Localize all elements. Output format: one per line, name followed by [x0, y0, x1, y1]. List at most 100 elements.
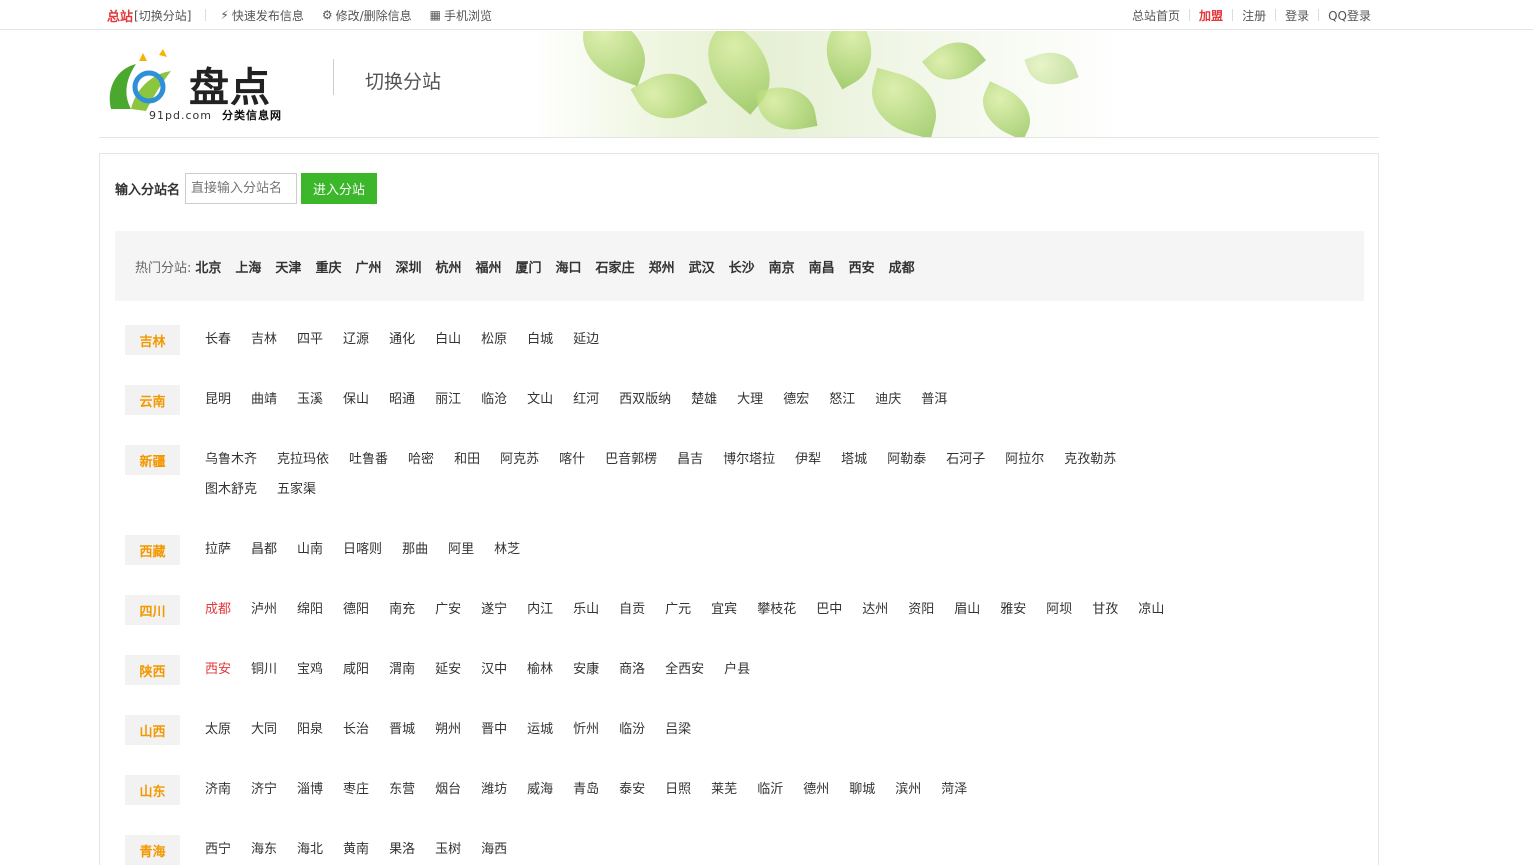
city-link[interactable]: 太原 — [205, 715, 231, 745]
city-link[interactable]: 内江 — [527, 595, 553, 625]
city-link[interactable]: 海北 — [297, 835, 323, 865]
city-link[interactable]: 聊城 — [849, 775, 875, 805]
site-name[interactable]: 总站 — [107, 6, 133, 25]
hot-city-link[interactable]: 郑州 — [649, 257, 675, 276]
city-link[interactable]: 阳泉 — [297, 715, 323, 745]
city-link[interactable]: 西宁 — [205, 835, 231, 865]
city-link[interactable]: 阿克苏 — [500, 445, 539, 475]
city-link[interactable]: 阿拉尔 — [1005, 445, 1044, 475]
hot-city-link[interactable]: 南昌 — [809, 257, 835, 276]
city-link[interactable]: 吕梁 — [665, 715, 691, 745]
city-link[interactable]: 乐山 — [573, 595, 599, 625]
hot-city-link[interactable]: 杭州 — [435, 257, 461, 276]
city-link[interactable]: 日照 — [665, 775, 691, 805]
city-link[interactable]: 昌都 — [251, 535, 277, 565]
city-link[interactable]: 德宏 — [783, 385, 809, 415]
city-link[interactable]: 烟台 — [435, 775, 461, 805]
city-link[interactable]: 和田 — [454, 445, 480, 475]
hot-city-link[interactable]: 厦门 — [516, 257, 542, 276]
city-link[interactable]: 咸阳 — [343, 655, 369, 685]
city-link[interactable]: 四平 — [297, 325, 323, 355]
city-link[interactable]: 达州 — [862, 595, 888, 625]
city-link[interactable]: 日喀则 — [343, 535, 382, 565]
city-link[interactable]: 玉树 — [435, 835, 461, 865]
city-link[interactable]: 松原 — [481, 325, 507, 355]
city-link[interactable]: 哈密 — [408, 445, 434, 475]
city-link[interactable]: 吐鲁番 — [349, 445, 388, 475]
city-link[interactable]: 长春 — [205, 325, 231, 355]
city-link[interactable]: 朔州 — [435, 715, 461, 745]
city-link[interactable]: 伊犁 — [795, 445, 821, 475]
city-link[interactable]: 五家渠 — [277, 475, 316, 505]
city-link[interactable]: 菏泽 — [941, 775, 967, 805]
city-link[interactable]: 那曲 — [402, 535, 428, 565]
city-link[interactable]: 运城 — [527, 715, 553, 745]
hot-city-link[interactable]: 武汉 — [689, 257, 715, 276]
city-link[interactable]: 广元 — [665, 595, 691, 625]
quick-post-link[interactable]: ⚡ 快速发布信息 — [220, 7, 303, 24]
city-link[interactable]: 巴中 — [816, 595, 842, 625]
city-link[interactable]: 榆林 — [527, 655, 553, 685]
site-logo[interactable]: 盘点 91pd.com 分类信息网 — [101, 45, 301, 125]
city-link[interactable]: 滨州 — [895, 775, 921, 805]
city-link[interactable]: 枣庄 — [343, 775, 369, 805]
city-link[interactable]: 红河 — [573, 385, 599, 415]
city-link[interactable]: 雅安 — [1000, 595, 1026, 625]
city-link[interactable]: 喀什 — [559, 445, 585, 475]
city-link[interactable]: 东营 — [389, 775, 415, 805]
city-link[interactable]: 塔城 — [841, 445, 867, 475]
city-link[interactable]: 黄南 — [343, 835, 369, 865]
city-link[interactable]: 通化 — [389, 325, 415, 355]
edit-delete-link[interactable]: ⚙ 修改/删除信息 — [322, 7, 412, 24]
city-link[interactable]: 丽江 — [435, 385, 461, 415]
city-link[interactable]: 绵阳 — [297, 595, 323, 625]
city-link[interactable]: 阿里 — [448, 535, 474, 565]
city-link[interactable]: 石河子 — [946, 445, 985, 475]
city-link[interactable]: 临沧 — [481, 385, 507, 415]
city-link[interactable]: 全西安 — [665, 655, 704, 685]
hot-city-link[interactable]: 南京 — [769, 257, 795, 276]
hot-city-link[interactable]: 广州 — [355, 257, 381, 276]
city-link[interactable]: 西双版纳 — [619, 385, 671, 415]
city-link[interactable]: 临汾 — [619, 715, 645, 745]
join-link[interactable]: 加盟 — [1199, 7, 1223, 24]
city-link[interactable]: 资阳 — [908, 595, 934, 625]
hot-city-link[interactable]: 长沙 — [729, 257, 755, 276]
city-link[interactable]: 遂宁 — [481, 595, 507, 625]
city-link[interactable]: 德阳 — [343, 595, 369, 625]
city-link[interactable]: 拉萨 — [205, 535, 231, 565]
city-link[interactable]: 广安 — [435, 595, 461, 625]
city-link[interactable]: 林芝 — [494, 535, 520, 565]
city-link[interactable]: 博尔塔拉 — [723, 445, 775, 475]
city-link[interactable]: 白山 — [435, 325, 461, 355]
city-link[interactable]: 曲靖 — [251, 385, 277, 415]
city-link[interactable]: 泰安 — [619, 775, 645, 805]
city-link[interactable]: 济南 — [205, 775, 231, 805]
city-link[interactable]: 铜川 — [251, 655, 277, 685]
register-link[interactable]: 注册 — [1242, 7, 1266, 24]
city-link[interactable]: 户县 — [724, 655, 750, 685]
city-link[interactable]: 昌吉 — [677, 445, 703, 475]
hot-city-link[interactable]: 北京 — [195, 257, 221, 276]
city-link[interactable]: 成都 — [205, 595, 231, 625]
city-link[interactable]: 克孜勒苏 — [1064, 445, 1116, 475]
city-link[interactable]: 普洱 — [921, 385, 947, 415]
city-link[interactable]: 西安 — [205, 655, 231, 685]
home-link[interactable]: 总站首页 — [1132, 7, 1180, 24]
hot-city-link[interactable]: 天津 — [275, 257, 301, 276]
mobile-browse-link[interactable]: ▦ 手机浏览 — [430, 7, 492, 24]
city-link[interactable]: 白城 — [527, 325, 553, 355]
city-link[interactable]: 忻州 — [573, 715, 599, 745]
city-link[interactable]: 宝鸡 — [297, 655, 323, 685]
city-link[interactable]: 巴音郭楞 — [605, 445, 657, 475]
city-link[interactable]: 文山 — [527, 385, 553, 415]
city-link[interactable]: 大理 — [737, 385, 763, 415]
city-link[interactable]: 楚雄 — [691, 385, 717, 415]
city-link[interactable]: 晋中 — [481, 715, 507, 745]
city-link[interactable]: 潍坊 — [481, 775, 507, 805]
city-link[interactable]: 威海 — [527, 775, 553, 805]
city-link[interactable]: 昆明 — [205, 385, 231, 415]
city-link[interactable]: 莱芜 — [711, 775, 737, 805]
city-link[interactable]: 大同 — [251, 715, 277, 745]
hot-city-link[interactable]: 重庆 — [315, 257, 341, 276]
